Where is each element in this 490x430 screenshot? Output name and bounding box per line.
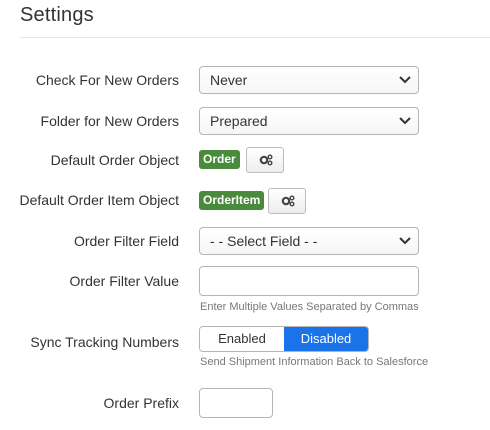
chevron-down-icon bbox=[399, 237, 411, 245]
sync-tracking-enabled-option[interactable]: Enabled bbox=[200, 327, 284, 351]
chevron-down-icon bbox=[399, 117, 411, 125]
order-object-badge: Order bbox=[199, 150, 240, 169]
order-prefix-label: Order Prefix bbox=[103, 395, 179, 411]
gears-icon bbox=[259, 154, 273, 166]
order-filter-value-help: Enter Multiple Values Separated by Comma… bbox=[200, 301, 419, 313]
check-new-orders-select[interactable]: Never bbox=[199, 66, 419, 94]
order-item-object-badge: OrderItem bbox=[199, 191, 265, 210]
default-order-item-object-label: Default Order Item Object bbox=[19, 192, 179, 208]
gears-icon bbox=[281, 195, 295, 207]
order-object-settings-button[interactable] bbox=[246, 147, 284, 173]
order-item-object-settings-button[interactable] bbox=[268, 188, 306, 214]
order-filter-value-input[interactable] bbox=[199, 266, 419, 296]
order-filter-field-select[interactable]: - - Select Field - - bbox=[199, 227, 419, 255]
check-new-orders-value: Never bbox=[210, 72, 248, 88]
order-prefix-input[interactable] bbox=[199, 388, 273, 418]
sync-tracking-help: Send Shipment Information Back to Salesf… bbox=[200, 356, 429, 368]
folder-new-orders-value: Prepared bbox=[210, 113, 268, 129]
order-filter-field-label: Order Filter Field bbox=[73, 233, 179, 249]
chevron-down-icon bbox=[399, 76, 411, 84]
order-filter-value-label: Order Filter Value bbox=[69, 273, 179, 289]
order-filter-field-value: - - Select Field - - bbox=[210, 233, 318, 249]
sync-tracking-label: Sync Tracking Numbers bbox=[30, 334, 179, 350]
title-divider bbox=[20, 37, 490, 38]
folder-new-orders-select[interactable]: Prepared bbox=[199, 107, 419, 135]
sync-tracking-toggle[interactable]: Enabled Disabled bbox=[199, 326, 369, 352]
sync-tracking-disabled-option[interactable]: Disabled bbox=[284, 327, 368, 351]
page-title: Settings bbox=[20, 4, 94, 26]
check-new-orders-label: Check For New Orders bbox=[35, 72, 179, 88]
default-order-object-label: Default Order Object bbox=[50, 152, 179, 168]
folder-new-orders-label: Folder for New Orders bbox=[40, 113, 179, 129]
